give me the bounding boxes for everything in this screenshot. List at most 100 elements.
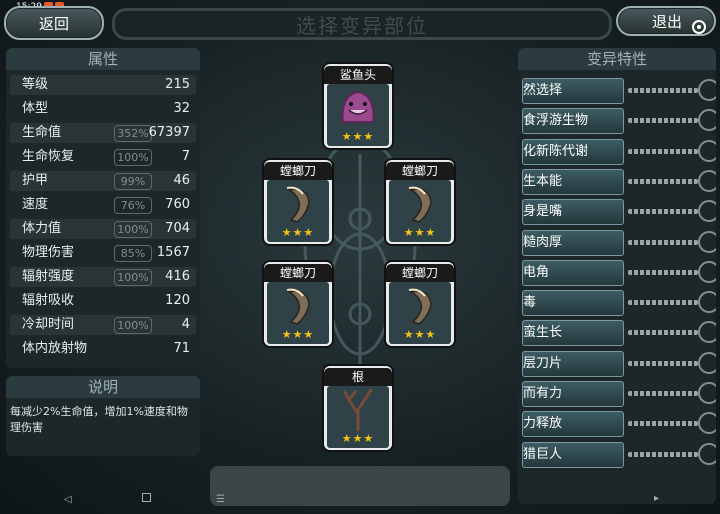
trait-button[interactable]: 生本能 xyxy=(522,168,624,195)
slot-root[interactable]: 根 ★★★ xyxy=(322,364,394,452)
slot-left-bottom-stars: ★★★ xyxy=(281,328,315,341)
trait-button[interactable]: 身是嘴 xyxy=(522,199,624,226)
mantis-blade-icon xyxy=(408,186,432,223)
trait-level-icon xyxy=(698,291,716,314)
slot-root-label: 根 xyxy=(324,368,392,386)
trait-row[interactable]: 而有力 xyxy=(522,381,716,407)
attribute-name: 冷却时间 xyxy=(22,317,75,332)
attribute-percent: 99% xyxy=(114,173,152,190)
trait-progress-dots xyxy=(628,148,698,154)
attribute-name: 体力值 xyxy=(22,221,62,236)
attribute-name: 体型 xyxy=(22,101,49,116)
slot-head-label: 鲨鱼头 xyxy=(324,66,392,84)
attribute-value: 46 xyxy=(173,173,190,188)
trait-level-icon xyxy=(698,260,716,283)
trait-button[interactable]: 化新陈代谢 xyxy=(522,138,624,165)
attribute-row: 生命值 352% 67397 xyxy=(10,123,196,143)
shark-head-icon xyxy=(341,90,375,123)
trait-row[interactable]: 食浮游生物 xyxy=(522,108,716,135)
slot-right-bottom[interactable]: 螳螂刀 ★★★ xyxy=(384,260,456,348)
description-title: 说明 xyxy=(6,376,200,398)
slot-right-bottom-label: 螳螂刀 xyxy=(386,264,454,282)
trait-button[interactable]: 毒 xyxy=(522,290,624,317)
menu-icon[interactable]: ☰ xyxy=(216,494,225,505)
trait-level-icon xyxy=(698,351,716,374)
trait-button[interactable]: 力释放 xyxy=(522,411,624,438)
nav-home-icon[interactable] xyxy=(142,493,151,502)
trait-row[interactable]: 电角 xyxy=(522,259,716,286)
slot-head[interactable]: 鲨鱼头 ★★★ xyxy=(322,62,394,150)
attribute-row: 护甲 99% 46 xyxy=(10,171,196,191)
mantis-blade-icon xyxy=(286,186,310,223)
attributes-panel: 属性 等级 215 体型 32 生命值 352% 67397 生命恢复 100% 7 护甲 99% 46… xyxy=(6,48,200,368)
trait-progress-dots xyxy=(628,209,698,215)
nav-back-icon[interactable]: ◁ xyxy=(64,494,72,505)
trait-row[interactable]: 化新陈代谢 xyxy=(522,138,716,165)
attribute-value: 416 xyxy=(165,269,190,284)
target-icon[interactable] xyxy=(692,20,706,34)
trait-level-icon xyxy=(698,382,716,404)
attribute-row: 辐射强度 100% 416 xyxy=(10,267,196,287)
slot-right-top[interactable]: 螳螂刀 ★★★ xyxy=(384,158,456,246)
trait-button[interactable]: 食浮游生物 xyxy=(522,108,624,135)
trait-row[interactable]: 猎巨人 xyxy=(522,441,716,468)
trait-button[interactable]: 电角 xyxy=(522,259,624,286)
trait-row[interactable]: 身是嘴 xyxy=(522,199,716,226)
trait-progress-dots xyxy=(628,300,698,306)
attribute-row: 冷却时间 100% 4 xyxy=(10,315,196,335)
attribute-percent: 76% xyxy=(114,197,152,214)
traits-panel: 变异特性 然选择 食浮游生物 化新陈代谢 生本能 身是嘴 糙肉厚 电角毒蛮生长 层刀片 而有力力… xyxy=(518,48,716,504)
trait-progress-dots xyxy=(628,118,698,124)
trait-button[interactable]: 猎巨人 xyxy=(522,441,624,468)
attribute-percent: 100% xyxy=(114,269,152,286)
attribute-value: 704 xyxy=(165,221,190,236)
attribute-value: 4 xyxy=(181,317,190,332)
slot-left-top[interactable]: 螳螂刀 ★★★ xyxy=(262,158,334,246)
trait-progress-dots xyxy=(628,269,698,275)
slot-left-top-label: 螳螂刀 xyxy=(264,162,332,180)
trait-row[interactable]: 蛮生长 xyxy=(522,320,716,347)
attribute-name: 等级 xyxy=(22,77,49,92)
attribute-name: 生命值 xyxy=(22,125,62,140)
attribute-percent: 100% xyxy=(114,221,152,238)
attribute-value: 67397 xyxy=(148,125,190,140)
bottom-bar xyxy=(210,466,510,506)
slot-right-top-stars: ★★★ xyxy=(403,226,437,239)
attribute-value: 215 xyxy=(165,77,190,92)
trait-row[interactable]: 然选择 xyxy=(522,78,716,104)
trait-row[interactable]: 糙肉厚 xyxy=(522,229,716,256)
trait-row[interactable]: 力释放 xyxy=(522,411,716,438)
trait-row[interactable]: 生本能 xyxy=(522,168,716,195)
trait-progress-dots xyxy=(628,451,698,457)
back-button[interactable]: 返回 xyxy=(4,6,104,40)
attribute-name: 物理伤害 xyxy=(22,245,75,260)
trait-button[interactable]: 层刀片 xyxy=(522,350,624,377)
trait-row[interactable]: 毒 xyxy=(522,290,716,317)
attribute-value: 760 xyxy=(165,197,190,212)
trait-button[interactable]: 蛮生长 xyxy=(522,320,624,347)
trait-level-icon xyxy=(698,169,716,192)
attribute-row: 体内放射物 71 xyxy=(10,339,196,359)
trait-button[interactable]: 然选择 xyxy=(522,78,624,104)
attribute-percent: 100% xyxy=(114,317,152,334)
nav-next-icon[interactable]: ▸ xyxy=(654,493,659,504)
slot-right-top-label: 螳螂刀 xyxy=(386,162,454,180)
trait-level-icon xyxy=(698,442,716,465)
attribute-percent: 85% xyxy=(114,245,152,262)
trait-level-icon xyxy=(698,230,716,253)
slot-right-bottom-stars: ★★★ xyxy=(403,328,437,341)
attribute-row: 辐射吸收 120 xyxy=(10,291,196,311)
slot-left-bottom[interactable]: 螳螂刀 ★★★ xyxy=(262,260,334,348)
attribute-name: 速度 xyxy=(22,197,49,212)
trait-button[interactable]: 而有力 xyxy=(522,381,624,407)
trait-row[interactable]: 层刀片 xyxy=(522,350,716,377)
exit-label: 退出 xyxy=(652,12,683,31)
root-icon xyxy=(343,388,373,432)
trait-level-icon xyxy=(698,412,716,435)
trait-button[interactable]: 糙肉厚 xyxy=(522,229,624,256)
slot-left-top-stars: ★★★ xyxy=(281,226,315,239)
mantis-blade-icon xyxy=(408,288,432,325)
attribute-value: 32 xyxy=(173,101,190,116)
attribute-name: 护甲 xyxy=(22,173,49,188)
trait-progress-dots xyxy=(628,360,698,366)
